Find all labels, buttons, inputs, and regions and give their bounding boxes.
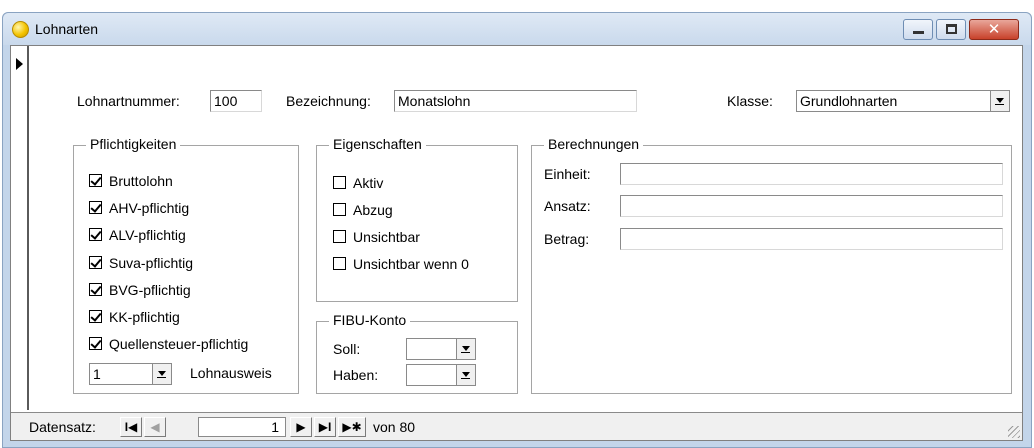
lohnausweis-dropdown[interactable]: 1 — [89, 363, 172, 385]
checkbox-box[interactable] — [89, 256, 102, 269]
close-button[interactable]: ✕ — [969, 19, 1019, 40]
checkbox-label: Quellensteuer-pflichtig — [109, 336, 249, 352]
haben-dropdown[interactable] — [406, 364, 476, 386]
berechnungen-title: Berechnungen — [544, 136, 644, 152]
soll-label: Soll: — [333, 341, 361, 357]
checkbox-box[interactable] — [333, 176, 346, 189]
previous-record-button[interactable]: ◀ — [144, 417, 166, 437]
checkbox-label: Aktiv — [353, 175, 384, 191]
close-icon: ✕ — [987, 21, 1001, 38]
fibu-konto-title: FIBU-Konto — [329, 312, 411, 328]
window: Lohnarten ✕ Lohnartnummer: 100 Bezeichnu… — [2, 12, 1032, 448]
last-record-button[interactable]: ▶I — [314, 417, 336, 437]
last-record-icon: ▶I — [318, 420, 332, 434]
new-record-button[interactable]: ▶✱ — [338, 417, 366, 437]
bezeichnung-field[interactable]: Monatslohn — [394, 90, 637, 112]
checkbox-box[interactable] — [89, 174, 102, 187]
ansatz-field[interactable] — [620, 195, 1003, 217]
klasse-dropdown[interactable]: Grundlohnarten — [796, 90, 1010, 112]
haben-label: Haben: — [333, 367, 379, 383]
pflichtigkeiten-group: Pflichtigkeiten Bruttolohn AHV-pflichtig… — [73, 136, 299, 394]
checkbox-box[interactable] — [333, 230, 346, 243]
checkbox-box[interactable] — [89, 228, 102, 241]
checkbox-label: Unsichtbar — [353, 229, 420, 245]
checkbox-box[interactable] — [89, 283, 102, 296]
betrag-label: Betrag: — [544, 231, 590, 247]
minimize-icon — [913, 31, 924, 34]
current-record-arrow-icon — [16, 58, 23, 70]
maximize-icon — [946, 24, 957, 34]
einheit-field[interactable] — [620, 163, 1003, 185]
record-navigation-bar: Datensatz: I◀ ◀ 1 ▶ ▶I ▶✱ von 80 — [11, 412, 1022, 440]
resize-grip-icon[interactable] — [1008, 426, 1020, 438]
app-icon — [12, 21, 29, 38]
lohnausweis-chevron-icon[interactable] — [152, 364, 171, 384]
lohnausweis-label: Lohnausweis — [190, 365, 272, 381]
record-count-label: von 80 — [373, 419, 416, 435]
checkbox-box[interactable] — [89, 337, 102, 350]
checkbox-label: Abzug — [353, 202, 393, 218]
datensatz-label: Datensatz: — [29, 419, 96, 435]
next-record-icon: ▶ — [296, 420, 306, 434]
checkbox-label: AHV-pflichtig — [109, 200, 190, 216]
ansatz-label: Ansatz: — [544, 198, 591, 214]
soll-chevron-icon[interactable] — [456, 339, 475, 359]
lohnartnummer-field[interactable]: 100 — [210, 90, 262, 112]
klasse-dropdown-chevron-icon[interactable] — [990, 91, 1009, 111]
previous-record-icon: ◀ — [150, 420, 160, 434]
betrag-field[interactable] — [620, 228, 1003, 250]
eigenschaften-title: Eigenschaften — [329, 136, 426, 152]
fibu-konto-group: FIBU-Konto Soll: Haben: — [316, 312, 518, 394]
minimize-button[interactable] — [903, 19, 933, 40]
haben-chevron-icon[interactable] — [456, 365, 475, 385]
berechnungen-group: Berechnungen Einheit: Ansatz: Betrag: — [531, 136, 1012, 394]
record-selector[interactable] — [11, 46, 29, 410]
checkbox-label: Suva-pflichtig — [109, 255, 194, 271]
lohnausweis-value: 1 — [93, 366, 101, 382]
pflichtigkeiten-title: Pflichtigkeiten — [86, 136, 181, 152]
checkbox-label: Bruttolohn — [109, 173, 173, 189]
klasse-value: Grundlohnarten — [800, 93, 898, 109]
lohnartnummer-label: Lohnartnummer: — [77, 93, 180, 109]
checkbox-box[interactable] — [89, 201, 102, 214]
einheit-label: Einheit: — [544, 166, 591, 182]
bezeichnung-label: Bezeichnung: — [286, 93, 371, 109]
checkbox-label: BVG-pflichtig — [109, 282, 191, 298]
eigenschaften-group: Eigenschaften Aktiv Abzug Unsichtbar Uns… — [316, 136, 518, 302]
checkbox-box[interactable] — [333, 203, 346, 216]
soll-dropdown[interactable] — [406, 338, 476, 360]
current-record-field[interactable]: 1 — [198, 417, 286, 437]
checkbox-label: Unsichtbar wenn 0 — [353, 256, 469, 272]
first-record-button[interactable]: I◀ — [120, 417, 142, 437]
first-record-icon: I◀ — [124, 420, 138, 434]
next-record-button[interactable]: ▶ — [290, 417, 312, 437]
checkbox-box[interactable] — [333, 257, 346, 270]
form-client-area: Lohnartnummer: 100 Bezeichnung: Monatslo… — [10, 45, 1023, 441]
checkbox-label: ALV-pflichtig — [109, 227, 186, 243]
klasse-label: Klasse: — [727, 93, 773, 109]
title-bar[interactable]: Lohnarten ✕ — [3, 13, 1031, 45]
maximize-button[interactable] — [936, 19, 966, 40]
checkbox-box[interactable] — [89, 310, 102, 323]
checkbox-label: KK-pflichtig — [109, 309, 180, 325]
window-title: Lohnarten — [35, 21, 99, 37]
new-record-icon: ▶✱ — [342, 420, 362, 434]
